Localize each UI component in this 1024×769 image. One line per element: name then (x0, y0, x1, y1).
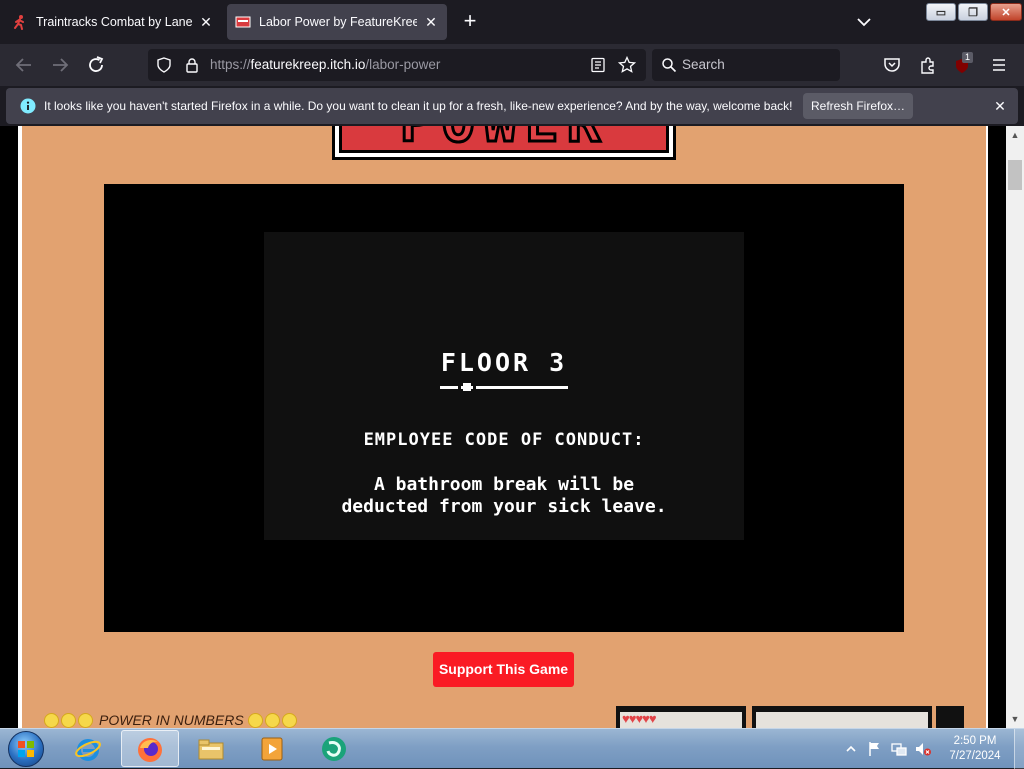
search-bar[interactable]: Search (652, 49, 840, 81)
tab-title: Traintracks Combat by Lane D. (36, 15, 192, 29)
floor-title: FLOOR 3 (440, 348, 568, 377)
notification-bar: It looks like you haven't started Firefo… (6, 88, 1018, 124)
bookmark-star-icon[interactable] (618, 56, 636, 74)
file-explorer-icon (198, 739, 224, 760)
coin-icon (44, 712, 59, 728)
url-scheme: https:// (210, 57, 251, 72)
extensions-puzzle-icon[interactable] (918, 55, 938, 75)
divider-ornament (440, 383, 568, 391)
tab-close-icon[interactable]: ✕ (198, 14, 214, 31)
info-icon (20, 98, 36, 114)
window-close-button[interactable]: ✕ (990, 3, 1022, 21)
section-heading: POWER IN NUMBERS (44, 710, 299, 728)
conduct-rule-line2: deducted from your sick leave. (341, 496, 667, 517)
volume-muted-icon[interactable] (914, 740, 932, 758)
pocket-icon[interactable] (882, 55, 902, 75)
firefox-icon (138, 738, 162, 762)
coin-icon (61, 712, 76, 728)
extension-button[interactable]: 1 (952, 52, 976, 76)
coin-icon (247, 712, 263, 728)
navigation-toolbar: https://featurekreep.itch.io/labor-power… (0, 44, 1024, 86)
coin-icon (264, 712, 280, 728)
taskbar-firefox[interactable] (121, 730, 179, 767)
close-icon: ✕ (1001, 6, 1011, 19)
show-desktop-button[interactable] (1014, 729, 1024, 769)
url-path: /labor-power (365, 57, 441, 72)
reader-view-icon[interactable] (590, 57, 606, 73)
screenshot-thumbnail[interactable] (936, 706, 964, 728)
start-button[interactable] (8, 731, 44, 767)
coin-icon (78, 712, 93, 728)
scrollbar-thumb[interactable] (1008, 160, 1022, 190)
notification-message: It looks like you haven't started Firefo… (44, 99, 793, 113)
reload-icon[interactable] (84, 53, 108, 77)
game-favicon (235, 16, 251, 28)
section-title: POWER IN NUMBERS (99, 712, 244, 728)
page-viewport: POWER FLOOR 3 EMPLOYEE CODE OF CONDUCT: … (0, 126, 1024, 728)
taskbar-clock[interactable]: 2:50 PM 7/27/2024 (940, 734, 1010, 764)
tab-labor-power[interactable]: Labor Power by FeatureKreep ✕ (227, 4, 447, 40)
windows-taskbar: 2:50 PM 7/27/2024 (0, 728, 1024, 769)
support-this-game-button[interactable]: Support This Game (433, 652, 574, 687)
coin-icon (281, 712, 297, 728)
search-icon (662, 58, 677, 73)
system-tray (842, 737, 938, 761)
close-icon[interactable]: ✕ (990, 96, 1010, 116)
screenshot-thumbnail[interactable] (752, 706, 932, 728)
internet-explorer-icon (75, 739, 101, 761)
tab-strip: Traintracks Combat by Lane D. ✕ Labor Po… (0, 0, 1024, 44)
hamburger-menu-icon[interactable] (990, 56, 1008, 74)
scroll-down-arrow-icon[interactable]: ▼ (1006, 710, 1024, 728)
forward-arrow-icon[interactable] (48, 53, 72, 77)
refresh-firefox-button[interactable]: Refresh Firefox… (803, 93, 913, 119)
action-center-flag-icon[interactable] (866, 740, 884, 758)
minimize-icon: ▭ (935, 6, 947, 19)
media-player-icon (261, 737, 283, 761)
tab-close-icon[interactable]: ✕ (423, 14, 439, 31)
lock-icon[interactable] (184, 57, 200, 73)
maximize-icon: ❐ (968, 6, 978, 19)
vertical-scrollbar[interactable]: ▲ ▼ (1006, 126, 1024, 728)
show-hidden-icons-icon[interactable] (842, 740, 860, 758)
windows-logo-icon (18, 741, 34, 757)
game-logo: POWER (332, 126, 676, 160)
thumbnail-image (756, 712, 928, 728)
taskbar-media-player[interactable] (244, 730, 302, 767)
shield-icon[interactable] (156, 57, 172, 73)
game-dialog-panel: FLOOR 3 EMPLOYEE CODE OF CONDUCT: A bath… (264, 232, 744, 540)
url-text[interactable]: https://featurekreep.itch.io/labor-power (210, 57, 440, 72)
tab-traintracks-combat[interactable]: Traintracks Combat by Lane D. ✕ (4, 4, 222, 40)
scroll-up-arrow-icon[interactable]: ▲ (1006, 126, 1024, 144)
runner-icon (14, 15, 24, 30)
conduct-heading: EMPLOYEE CODE OF CONDUCT: (363, 430, 645, 450)
tab-title: Labor Power by FeatureKreep (259, 15, 417, 29)
taskbar-internet-explorer[interactable] (60, 730, 118, 767)
green-app-icon (322, 737, 346, 761)
window-minimize-button[interactable]: ▭ (926, 3, 956, 21)
search-placeholder: Search (682, 57, 725, 72)
chevron-down-icon[interactable] (852, 12, 876, 32)
network-icon[interactable] (890, 740, 908, 758)
taskbar-green-app[interactable] (306, 730, 364, 767)
back-arrow-icon[interactable] (12, 53, 36, 77)
new-tab-button[interactable]: + (458, 10, 482, 34)
game-canvas[interactable]: FLOOR 3 EMPLOYEE CODE OF CONDUCT: A bath… (104, 184, 904, 632)
hearts-icon: ♥♥♥♥♥ (622, 711, 657, 726)
taskbar-file-explorer[interactable] (183, 730, 241, 767)
game-logo-text: POWER (342, 126, 666, 150)
conduct-rule-line1: A bathroom break will be (373, 474, 635, 495)
page-right-border (988, 126, 1006, 728)
window-maximize-button[interactable]: ❐ (958, 3, 988, 21)
screenshot-thumbnail[interactable]: ♥♥♥♥♥ (616, 706, 746, 728)
clock-time: 2:50 PM (953, 735, 997, 747)
extension-badge: 1 (962, 52, 974, 63)
page-left-border (0, 126, 18, 728)
address-bar[interactable]: https://featurekreep.itch.io/labor-power (148, 49, 646, 81)
url-domain: featurekreep.itch.io (250, 57, 366, 72)
clock-date: 7/27/2024 (949, 750, 1001, 762)
game-logo-plate: POWER (339, 126, 669, 153)
